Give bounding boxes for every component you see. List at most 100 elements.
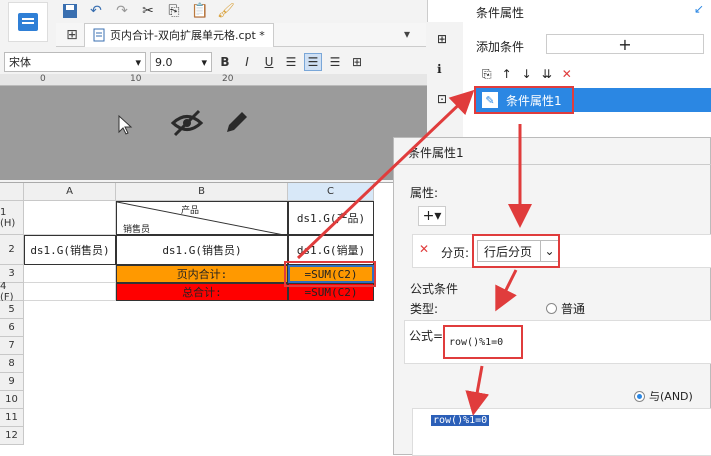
corner-header[interactable] (0, 183, 24, 201)
formula-input[interactable]: row()%1=0 (443, 325, 523, 359)
app-menu-button[interactable] (8, 2, 48, 42)
cell-b1-diagonal[interactable]: 产品 销售员 (116, 201, 289, 236)
row-header[interactable]: 7 (0, 337, 24, 355)
paste-icon[interactable]: 📋 (190, 1, 210, 21)
spreadsheet-grid: A B C 1 (H) 2 3 4 (F) 5 6 7 8 9 10 11 12… (0, 182, 427, 455)
chevron-down-icon: ⌄ (540, 241, 558, 261)
font-family-select[interactable]: 宋体 ▾ (4, 52, 146, 72)
grid-view-icon[interactable]: ⊞ (62, 25, 82, 45)
bold-icon[interactable]: B (216, 53, 234, 71)
row-header[interactable]: 12 (0, 427, 24, 445)
collapse-icon[interactable]: ↙ (694, 2, 704, 16)
redo-icon[interactable]: ↷ (112, 1, 132, 21)
copy-icon[interactable]: ⎘ (482, 67, 492, 82)
type-option-label: 普通 (561, 302, 586, 316)
cell-c4[interactable]: =SUM(C2) (288, 283, 374, 301)
add-condition-button[interactable]: + (546, 34, 704, 54)
cut-icon[interactable]: ✂ (138, 1, 158, 21)
row-header[interactable]: 4 (F) (0, 281, 24, 303)
cell-attribute-icon[interactable]: ℹ (437, 62, 442, 76)
widget-icon[interactable]: ⊡ (437, 92, 447, 106)
format-brush-icon[interactable]: 🖌 (216, 1, 236, 21)
file-icon (93, 28, 105, 42)
underline-icon[interactable]: U (260, 53, 278, 71)
add-attribute-button[interactable]: +▾ (418, 206, 446, 226)
row-header[interactable]: 8 (0, 355, 24, 373)
font-family-value: 宋体 (9, 56, 31, 69)
panel-title: 条件属性 (476, 6, 525, 20)
cell-b2[interactable]: ds1.G(销售员) (116, 235, 288, 265)
ruler-tick: 20 (222, 74, 234, 84)
panel-side-toolbar: ⊞ ℹ ⊡ (427, 22, 463, 142)
cell-a4[interactable] (24, 283, 116, 301)
column-header[interactable]: C (288, 183, 374, 201)
formula-preview-text: row()%1=0 (431, 415, 490, 426)
designer-window: ↶ ↷ ✂ ⎘ 📋 🖌 ⊞ 页内合计-双向扩展单元格.cpt * ▾ 宋体 ▾ 9… (0, 0, 427, 455)
copy-icon[interactable]: ⎘ (164, 1, 184, 21)
formula-preview-area: row()%1=0 (412, 408, 711, 456)
mouse-cursor-icon (118, 114, 133, 135)
align-left-icon[interactable]: ☰ (282, 53, 300, 71)
tab-bar: ⊞ 页内合计-双向扩展单元格.cpt * ▾ (56, 22, 426, 47)
paging-row: ✕ 分页: 行后分页 ⌄ (412, 234, 711, 268)
diagonal-bottom-label: 销售员 (123, 225, 151, 235)
align-right-icon[interactable]: ☰ (326, 53, 344, 71)
paging-label: 分页: (441, 246, 470, 260)
cell-b3[interactable]: 页内合计: (116, 265, 288, 283)
remove-attribute-icon[interactable]: ✕ (419, 242, 429, 256)
row-header[interactable]: 10 (0, 391, 24, 409)
edit-pencil-icon[interactable] (223, 108, 251, 136)
row-header[interactable]: 6 (0, 319, 24, 337)
type-label: 类型: (410, 302, 439, 316)
paging-value: 行后分页 (484, 244, 533, 259)
divider (394, 164, 711, 165)
condition-list-item[interactable]: ✎ 条件属性1 (476, 88, 711, 112)
save-icon[interactable] (60, 1, 80, 21)
row-header[interactable]: 9 (0, 373, 24, 391)
cell-element-icon[interactable]: ⊞ (437, 32, 447, 46)
undo-icon[interactable]: ↶ (86, 1, 106, 21)
row-header[interactable]: 1 (H) (0, 201, 24, 235)
border-icon[interactable]: ⊞ (348, 53, 366, 71)
cell-c2[interactable]: ds1.G(销量) (288, 235, 374, 265)
paging-select[interactable]: 行后分页 ⌄ (477, 240, 559, 262)
arrow-down-icon[interactable]: ↓ (522, 67, 532, 81)
tab-menu-icon[interactable]: ▾ (404, 27, 410, 41)
and-radio[interactable]: 与(AND) (634, 388, 693, 404)
delete-icon[interactable]: ✕ (562, 67, 572, 81)
row-header[interactable]: 2 (0, 235, 24, 265)
italic-icon[interactable]: I (238, 53, 256, 71)
align-center-icon[interactable]: ☰ (304, 53, 322, 71)
chevron-down-icon: ▾ (201, 55, 207, 69)
hidden-eye-icon[interactable] (170, 108, 204, 138)
column-header[interactable]: A (24, 183, 116, 201)
cell-a1[interactable] (24, 201, 116, 235)
app-logo-icon (18, 13, 38, 31)
tab-title: 页内合计-双向扩展单元格.cpt * (110, 29, 265, 42)
header-preview-area (0, 86, 427, 180)
font-size-select[interactable]: 9.0 ▾ (150, 52, 212, 72)
attribute-label: 属性: (410, 186, 439, 200)
radio-icon (546, 303, 557, 314)
type-normal-radio[interactable]: 普通 (546, 300, 585, 317)
arrow-up-icon[interactable]: ↑ (502, 67, 512, 81)
row-header[interactable]: 11 (0, 409, 24, 427)
cell-a3[interactable] (24, 265, 116, 283)
cell-c3-selected[interactable]: =SUM(C2) (288, 265, 374, 283)
tab-report[interactable]: 页内合计-双向扩展单元格.cpt * (84, 22, 274, 47)
row-header[interactable]: 5 (0, 301, 24, 319)
add-condition-label: 添加条件 (476, 40, 525, 54)
dialog-title: 条件属性1 (408, 146, 464, 160)
move-bottom-icon[interactable]: ⇊ (542, 67, 552, 81)
ruler: 0 10 20 (0, 74, 427, 86)
radio-selected-icon (634, 390, 645, 402)
format-toolbar: 宋体 ▾ 9.0 ▾ B I U ☰ ☰ ☰ ⊞ (0, 50, 427, 74)
cell-a2[interactable]: ds1.G(销售员) (24, 235, 116, 265)
cell-c1[interactable]: ds1.G(产品) (288, 201, 374, 235)
column-header[interactable]: B (116, 183, 288, 201)
font-size-value: 9.0 (155, 55, 173, 69)
chevron-down-icon: ▾ (135, 55, 141, 69)
formula-section-title: 公式条件 (410, 282, 459, 296)
cell-b4[interactable]: 总合计: (116, 283, 288, 301)
condition-list-toolbar: ⎘ ↑ ↓ ⇊ ✕ (476, 62, 711, 86)
